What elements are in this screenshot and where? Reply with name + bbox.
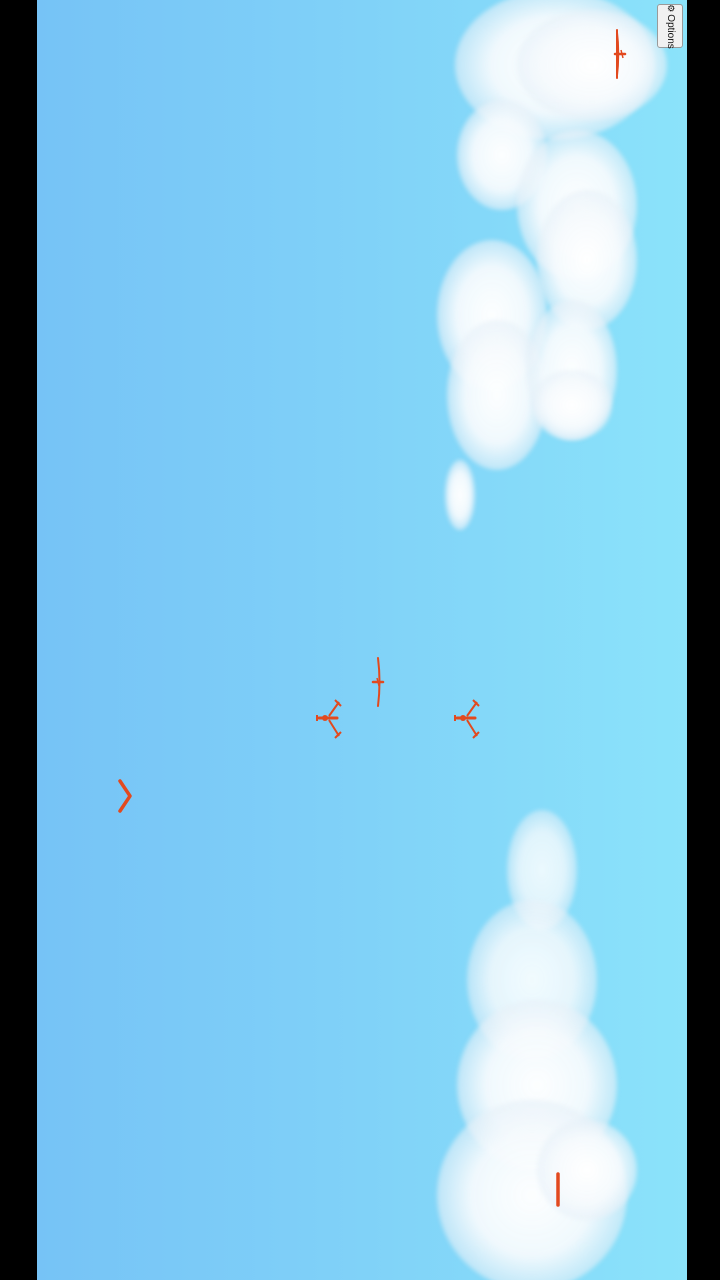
gear-icon: ⚙ xyxy=(665,3,676,12)
options-label-group: ⚙ Options xyxy=(665,4,676,49)
enemy-aircraft xyxy=(453,698,481,740)
cloud-lower xyxy=(37,0,687,1280)
options-label: Options xyxy=(664,13,676,49)
game-screen: ⚙ Options xyxy=(0,0,720,1280)
enemy-chevron xyxy=(117,778,133,814)
enemy-aircraft xyxy=(315,698,343,740)
enemy-aircraft xyxy=(611,28,627,80)
sky-background xyxy=(37,0,687,1280)
options-button[interactable]: ⚙ Options xyxy=(657,4,683,48)
player-aircraft xyxy=(554,1172,562,1208)
enemy-aircraft xyxy=(371,656,387,708)
